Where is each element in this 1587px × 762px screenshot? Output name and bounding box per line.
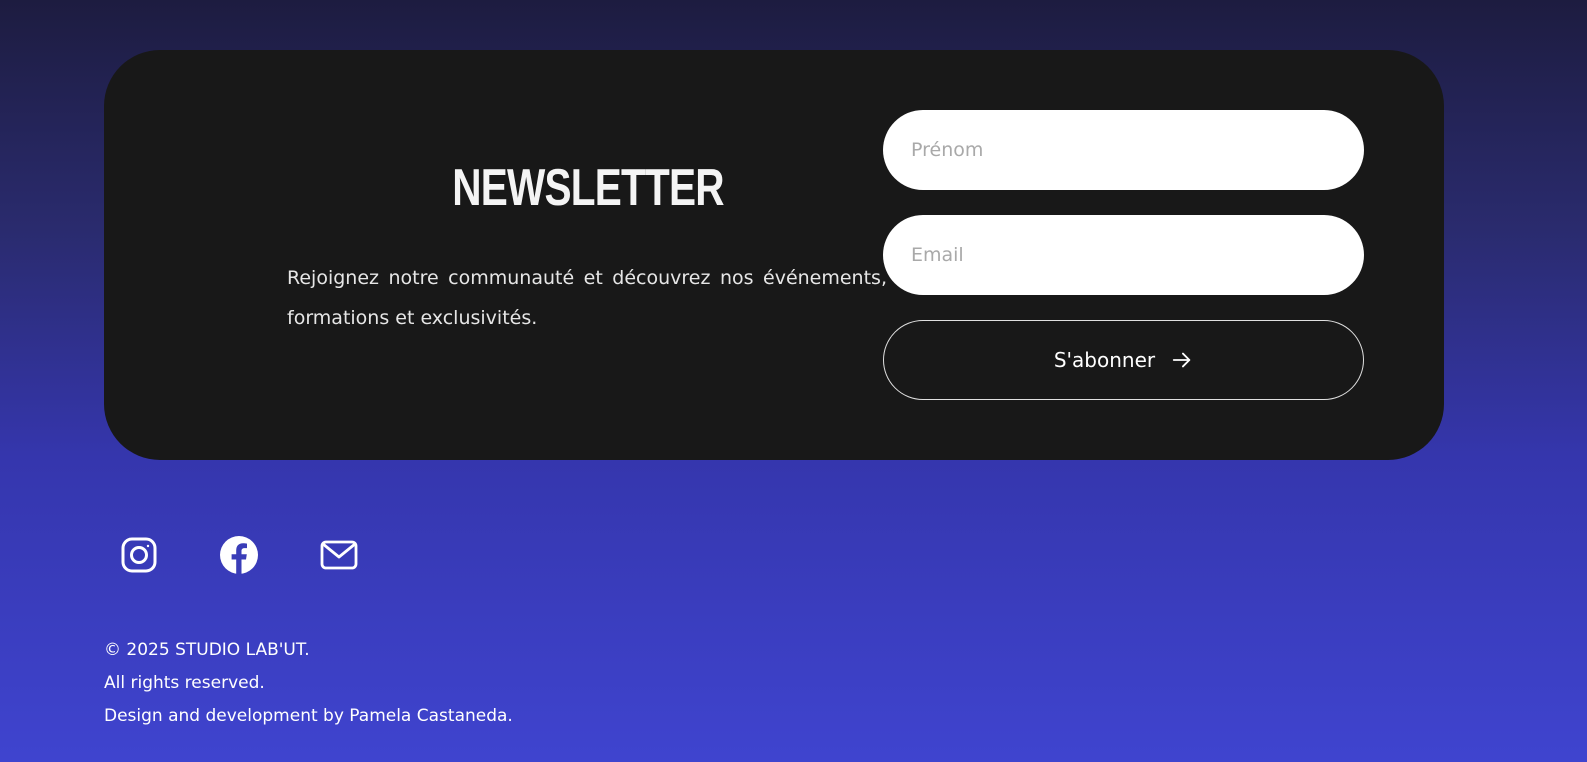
- arrow-right-icon: [1172, 352, 1191, 368]
- email-link[interactable]: [319, 535, 359, 575]
- newsletter-title: NEWSLETTER: [452, 159, 724, 217]
- footer-credits: Design and development by Pamela Castane…: [104, 706, 513, 726]
- footer: © 2025 STUDIO LAB'UT. All rights reserve…: [104, 634, 513, 733]
- facebook-icon: [220, 536, 258, 574]
- subscribe-button[interactable]: S'abonner: [883, 320, 1364, 400]
- instagram-icon: [121, 537, 157, 573]
- subscribe-button-label: S'abonner: [1053, 348, 1156, 372]
- first-name-field[interactable]: [883, 110, 1364, 190]
- instagram-link[interactable]: [119, 535, 159, 575]
- footer-copyright: © 2025 STUDIO LAB'UT.: [104, 640, 310, 660]
- mail-icon: [320, 540, 358, 570]
- facebook-link[interactable]: [219, 535, 259, 575]
- newsletter-description: Rejoignez notre communauté et découvrez …: [287, 267, 887, 329]
- email-field[interactable]: [883, 215, 1364, 295]
- footer-rights: All rights reserved.: [104, 673, 265, 693]
